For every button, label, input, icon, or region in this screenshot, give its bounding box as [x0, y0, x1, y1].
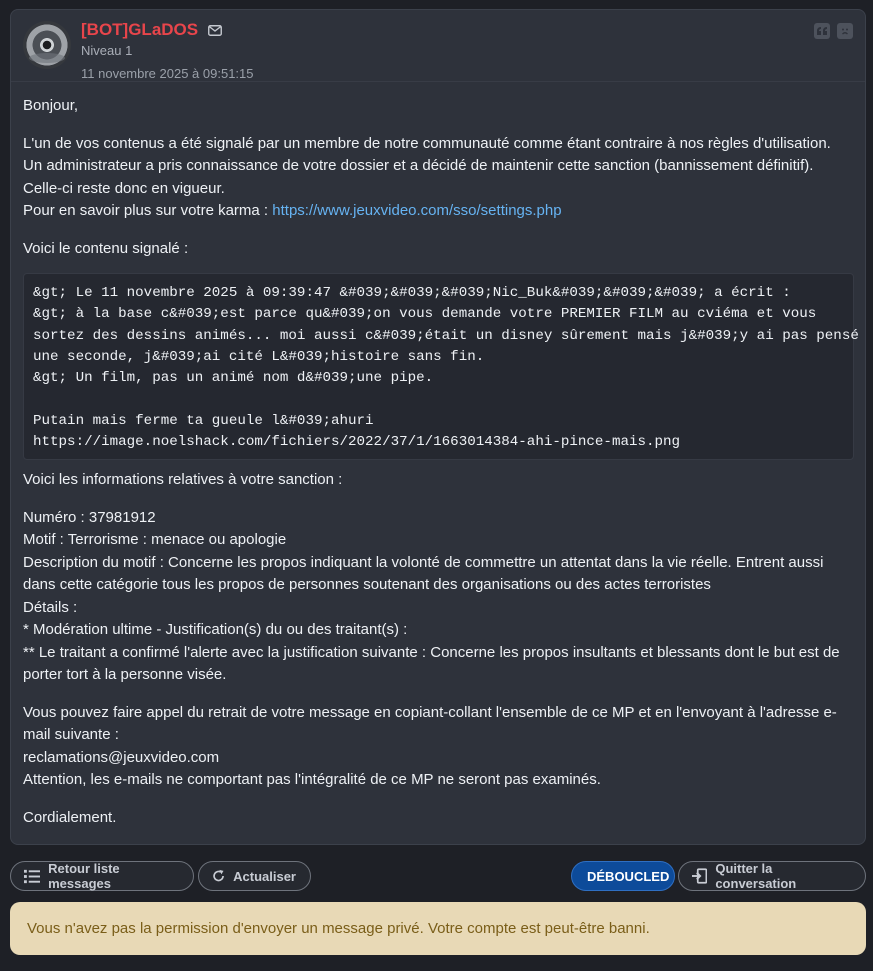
leave-conversation-label: Quitter la conversation: [715, 861, 797, 891]
author-row: [BOT]GLaDOS: [81, 20, 254, 40]
author-name[interactable]: [BOT]GLaDOS: [81, 20, 198, 40]
appeal-paragraph: Vous pouvez faire appel du retrait de vo…: [23, 702, 853, 792]
conversation-toolbar: Retour liste messages Actualiser DÉBOUCL…: [10, 861, 866, 891]
quote-line: une seconde, j&#039;ai cité L&#039;histo…: [33, 348, 485, 365]
sanction-line: Motif : Terrorisme : menace ou apologie: [23, 531, 287, 549]
sanction-line: Description du motif : Concerne les prop…: [23, 553, 824, 571]
quote-line: &gt; Un film, pas un animé nom d&#039;un…: [33, 370, 434, 387]
author-meta: [BOT]GLaDOS Niveau 1 11 novembre 2025 à …: [81, 20, 254, 81]
debouncled-label: DÉBOUCLED: [587, 868, 670, 884]
intro-line: L'un de vos contenus a été signalé par u…: [23, 134, 831, 152]
quote-line: &gt; Le 11 novembre 2025 à 09:39:47 &#03…: [33, 285, 791, 301]
sanction-line: Numéro : 37981912: [23, 508, 156, 526]
quote-line: sortez des dessins animés... moi aussi c…: [33, 327, 859, 344]
appeal-line: mail suivante :: [23, 726, 119, 744]
sanction-details: Numéro : 37981912 Motif : Terrorisme : m…: [23, 507, 853, 687]
avatar[interactable]: [23, 21, 71, 69]
quote-line: Putain mais ferme ta gueule l&#039;ahuri: [33, 412, 374, 429]
sanction-line: * Modération ultime - Justification(s) d…: [23, 621, 408, 639]
list-icon: [24, 869, 41, 883]
intro-paragraph: L'un de vos contenus a été signalé par u…: [23, 133, 853, 223]
message-header: [BOT]GLaDOS Niveau 1 11 novembre 2025 à …: [11, 10, 865, 82]
sad-face-icon[interactable]: [837, 23, 853, 39]
appeal-email: reclamations@jeuxvideo.com: [23, 748, 220, 766]
quote-line: &gt; à la base c&#039;est parce qu&#039;…: [33, 306, 817, 323]
refresh-button[interactable]: Actualiser: [198, 861, 311, 891]
sanction-heading: Voici les informations relatives à votre…: [23, 471, 343, 489]
karma-link[interactable]: https://www.jeuxvideo.com/sso/settings.p…: [272, 202, 561, 219]
greeting: Bonjour,: [23, 97, 79, 114]
leave-conversation-button[interactable]: Quitter la conversation: [678, 861, 866, 891]
refresh-label: Actualiser: [233, 868, 296, 884]
intro-line: Celle-ci reste donc en vigueur.: [23, 179, 225, 197]
permission-alert-text: Vous n'avez pas la permission d'envoyer …: [27, 920, 650, 937]
message-actions: [814, 23, 853, 39]
back-to-list-label: Retour liste messages: [48, 861, 120, 891]
debouncled-button[interactable]: DÉBOUCLED: [571, 861, 675, 891]
author-level: Niveau 1: [81, 43, 133, 58]
karma-label: Pour en savoir plus sur votre karma :: [23, 202, 273, 219]
sanction-line: porter tort à la personne visée.: [23, 666, 227, 684]
message-date: 11 novembre 2025 à 09:51:15: [81, 66, 254, 81]
back-to-list-button[interactable]: Retour liste messages: [10, 861, 194, 891]
closing: Cordialement.: [23, 808, 117, 826]
appeal-line: Attention, les e-mails ne comportant pas…: [23, 771, 601, 789]
message-body: Bonjour, L'un de vos contenus a été sign…: [11, 82, 865, 829]
mail-icon[interactable]: [208, 24, 223, 36]
refresh-icon: [213, 869, 224, 882]
sanction-line: Détails :: [23, 598, 78, 616]
quote-icon[interactable]: [814, 23, 830, 39]
page: [BOT]GLaDOS Niveau 1 11 novembre 2025 à …: [0, 0, 873, 971]
message-card: [BOT]GLaDOS Niveau 1 11 novembre 2025 à …: [10, 9, 866, 845]
sanction-line: dans cette catégorie tous les propos de …: [23, 576, 711, 594]
reported-heading: Voici le contenu signalé :: [23, 239, 189, 257]
reported-content-block: &gt; Le 11 novembre 2025 à 09:39:47 &#03…: [23, 273, 859, 461]
quote-line: https://image.noelshack.com/fichiers/202…: [33, 434, 681, 451]
sanction-line: ** Le traitant a confirmé l'alerte avec …: [23, 643, 840, 661]
appeal-line: Vous pouvez faire appel du retrait de vo…: [23, 703, 837, 721]
permission-alert: Vous n'avez pas la permission d'envoyer …: [10, 902, 866, 955]
intro-line: Un administrateur a pris connaissance de…: [23, 157, 814, 174]
exit-icon: [692, 868, 708, 884]
